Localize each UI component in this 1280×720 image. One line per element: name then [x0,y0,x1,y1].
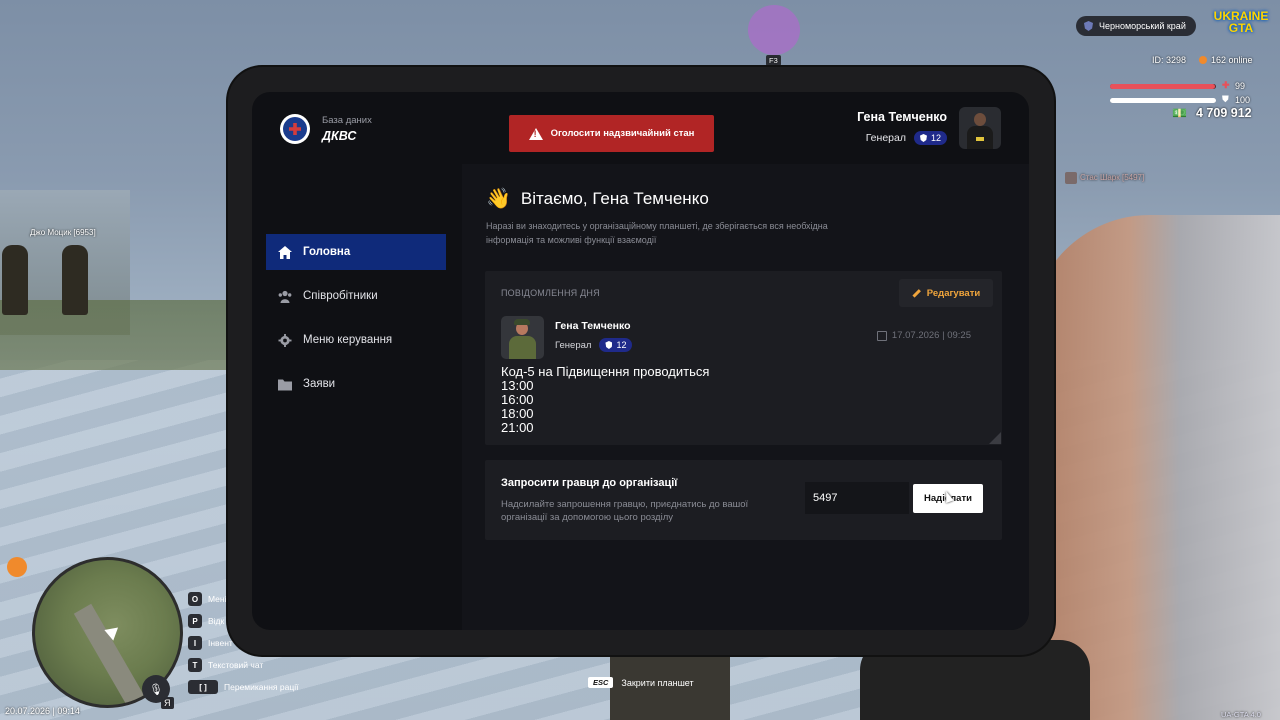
sidebar-item-label: Співробітники [303,290,378,302]
esc-key: ESC [588,677,614,688]
author-rank: Генерал 12 [555,338,633,352]
declare-emergency-button[interactable]: Оголосити надзвичайний стан [509,115,714,152]
main-content: 👋 Вітаємо, Гена Темченко Наразі ви знахо… [462,164,1029,630]
sidebar-item-home[interactable]: Головна [266,234,446,270]
sidebar-item-label: Заяви [303,378,336,390]
sidebar-item-label: Головна [303,246,351,258]
author-avatar [501,316,544,359]
shield-icon [605,341,613,349]
message-of-the-day-card: ПОВІДОМЛЕННЯ ДНЯ Редагувати Гена Темченк… [485,271,1002,445]
user-avatar[interactable] [959,107,1001,149]
pencil-icon [912,288,921,298]
region-label: Черноморський край [1099,21,1186,31]
player-nametag: Стас Шарк [5497] [1080,173,1145,182]
region-indicator: Черноморський край [1076,16,1196,36]
calendar-icon [876,330,887,341]
game-background-grass [0,300,240,370]
rank-badge: 12 [913,131,947,145]
close-tablet-hint: ESC Закрити планшет [588,677,694,688]
heart-icon: ✚ [1222,80,1230,90]
player-id: ID: 3298 [1152,55,1187,65]
organization-logo [280,114,310,144]
money-icon: 💵 [1172,106,1187,120]
page-subtitle: Наразі ви знаходитесь у організаційному … [486,221,828,245]
version-label: UA-GTA 4.0 [1221,710,1261,719]
page-title: 👋 Вітаємо, Гена Темченко [486,188,709,210]
question-mark-icon [748,5,800,55]
online-count: 162 online [1211,55,1253,65]
sidebar-item-applications[interactable]: Заяви [266,366,446,402]
motd-date: 17.07.2026 | 09:25 [876,330,971,341]
player-id-input[interactable] [805,482,909,514]
health-bar-track [1110,84,1216,89]
sidebar-nav: Головна Співробітники Меню керування Зая… [266,234,446,410]
motd-label: ПОВІДОМЛЕННЯ ДНЯ [501,288,600,298]
sidebar-item-label: Меню керування [303,334,393,346]
npc-character [62,245,88,315]
armor-shield-icon: ⛊ [1222,94,1229,104]
health-value: 99 [1235,81,1246,91]
sidebar-item-employees[interactable]: Співробітники [266,278,446,314]
player-nametag: Джо Моцик [6953] [30,228,96,237]
waving-hand-icon: 👋 [486,188,511,210]
user-rank: Генерал 12 [866,131,947,145]
datetime: 20.07.2026 | 09:14 [5,706,80,716]
armor-value: 100 [1235,95,1251,105]
mic-key: Я [161,697,174,709]
health-bar-fill [1110,84,1215,89]
database-subtitle: База даних [322,115,372,126]
armor-bar-fill [1110,98,1216,103]
organization-tablet: База даних ДКВС Оголосити надзвичайний с… [228,67,1054,655]
money-value: 4 709 912 [1196,106,1252,120]
folder-icon [278,379,292,390]
home-icon [278,245,292,259]
author-name: Гена Темченко [555,320,631,332]
hunger-icon [7,557,27,577]
users-icon [278,290,292,303]
nametag-icon [1065,172,1077,184]
armor-bar-track [1110,98,1216,103]
invite-title: Запросити гравця до організації [501,477,678,489]
npc-character [2,245,28,315]
tablet-header: База даних ДКВС Оголосити надзвичайний с… [252,92,1029,164]
edit-motd-button[interactable]: Редагувати [899,279,993,307]
invite-player-card: Запросити гравця до організації Надсилай… [485,460,1002,540]
warning-icon [528,127,543,140]
tablet-screen: База даних ДКВС Оголосити надзвичайний с… [252,92,1029,630]
resize-handle[interactable] [989,432,1001,444]
online-icon [1199,56,1207,64]
shield-icon [1084,21,1093,31]
motd-body: Код-5 на Підвищення проводиться 13:00 16… [501,364,710,435]
f3-key-hint: F3 [766,55,781,66]
database-title: ДКВС [322,129,357,143]
invite-description: Надсилайте запрошення гравцю, приєднатис… [501,499,749,523]
sidebar-item-control-menu[interactable]: Меню керування [266,322,446,358]
gear-icon [278,333,292,347]
shield-icon [919,134,927,142]
user-name: Гена Темченко [857,110,947,124]
game-logo: UKRAINE GTA [1213,9,1269,35]
rank-badge: 12 [599,338,633,352]
hotkey-row: [ ] Перемикання рації [188,676,298,698]
hotkey-row: T Текстовий чат [188,654,298,676]
